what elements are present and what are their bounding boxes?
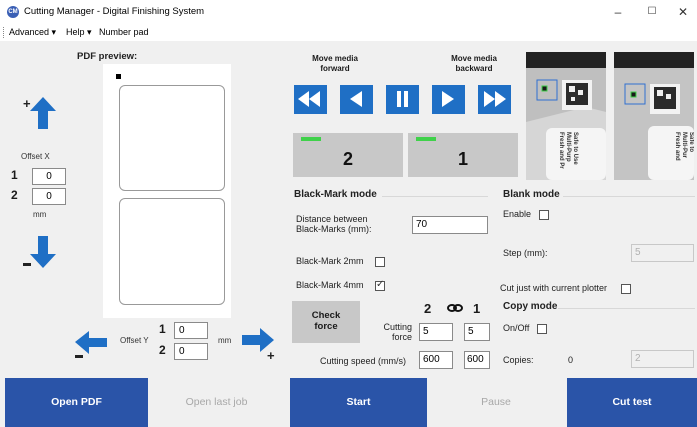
camera-preview-left: Safe to Use Multi-Purp Fresh and Pr — [526, 52, 606, 180]
pause-media-button[interactable] — [386, 85, 419, 114]
move-forward-label: Move media forward — [312, 54, 358, 73]
plotter-2-counter: 2 — [293, 133, 403, 177]
pdf-label-1 — [119, 85, 225, 191]
menu-number-pad[interactable]: Number pad — [99, 27, 149, 37]
offset-x-unit: mm — [33, 210, 47, 219]
speed-2-input[interactable]: 600 — [419, 351, 453, 369]
plotter-1-status-bar — [416, 137, 436, 141]
distance-label: Distance between Black-Marks (mm): — [296, 214, 372, 234]
blackmark-2mm-checkbox[interactable] — [375, 257, 385, 267]
app-logo-icon: CM — [7, 6, 19, 18]
pdf-label-2 — [119, 198, 225, 305]
blackmark-group-line — [382, 196, 488, 197]
arrow-down-minus-icon — [23, 236, 56, 268]
start-button[interactable]: Start — [290, 378, 427, 427]
svg-text:+: + — [23, 96, 31, 111]
force-1-input[interactable]: 5 — [464, 323, 490, 341]
camera-right-text: Safe to Multi-Pur Fresh and — [674, 132, 694, 161]
force-2-input[interactable]: 5 — [419, 323, 453, 341]
offset-y-label: Offset Y — [120, 336, 149, 345]
cut-current-plotter-checkbox[interactable] — [621, 284, 631, 294]
arrow-left-minus-icon — [75, 331, 107, 358]
copy-onoff-label: On/Off — [503, 323, 530, 333]
left-arrow-icon — [350, 91, 362, 107]
title-bar: CM Cutting Manager - Digital Finishing S… — [0, 0, 697, 24]
blank-mode-title: Blank mode — [503, 189, 560, 200]
arrow-right-plus-icon: + — [242, 328, 275, 363]
offset-x-plus-button[interactable]: + — [21, 95, 57, 131]
menu-help[interactable]: Help ▾ — [66, 27, 92, 38]
force-head-2-label: 2 — [424, 301, 432, 316]
offset-x-1-input[interactable]: 0 — [32, 168, 66, 185]
speed-1-input[interactable]: 600 — [464, 351, 490, 369]
cut-current-plotter-label: Cut just with current plotter — [500, 283, 608, 293]
offset-x-row1-label: 1 — [11, 168, 18, 182]
plotter-1-number: 1 — [457, 149, 468, 169]
black-mark-square — [116, 74, 121, 79]
blank-group-line — [563, 196, 695, 197]
minimize-button[interactable]: – — [603, 3, 633, 21]
right-arrow-icon — [442, 91, 454, 107]
link-icon — [447, 301, 463, 315]
blank-enable-checkbox[interactable] — [539, 210, 549, 220]
blackmark-4mm-checkbox[interactable] — [375, 279, 385, 291]
camera-left-text: Safe to Use Multi-Purp Fresh and Pr — [558, 132, 578, 169]
camera-preview-right: Safe to Multi-Pur Fresh and — [614, 52, 694, 180]
copies-input[interactable]: 2 — [631, 350, 694, 368]
blackmark-4mm-label: Black-Mark 4mm — [296, 280, 364, 290]
move-backward-label: Move media backward — [451, 54, 497, 73]
step-forward-button[interactable] — [340, 85, 373, 114]
plotter-2-status-bar — [301, 137, 321, 141]
offset-x-row2-label: 2 — [11, 188, 18, 202]
open-pdf-button[interactable]: Open PDF — [5, 378, 148, 427]
pdf-preview-title: PDF preview: — [77, 51, 138, 62]
plotter-2-number: 2 — [342, 149, 353, 169]
offset-x-minus-button[interactable] — [21, 234, 57, 270]
plotter-1-counter: 1 — [408, 133, 518, 177]
offset-y-minus-button[interactable] — [73, 330, 109, 360]
offset-y-2-input[interactable]: 0 — [174, 343, 208, 360]
offset-x-2-input[interactable]: 0 — [32, 188, 66, 205]
offset-y-plus-button[interactable]: + — [240, 327, 278, 363]
arrow-up-plus-icon: + — [23, 96, 56, 129]
cutting-force-label: Cutting force — [383, 322, 412, 342]
blank-enable-label: Enable — [503, 209, 532, 219]
double-left-arrow-icon — [298, 91, 320, 107]
distance-input[interactable]: 70 — [412, 216, 488, 234]
cut-test-button[interactable]: Cut test — [567, 378, 697, 427]
open-last-job-button[interactable]: Open last job — [148, 378, 285, 427]
menu-advanced[interactable]: Advanced ▾ — [9, 27, 56, 38]
offset-y-row1-label: 1 — [159, 322, 166, 336]
pause-icon — [397, 91, 408, 107]
copies-label: Copies: — [503, 355, 534, 365]
svg-text:+: + — [267, 348, 275, 361]
menu-grip — [3, 27, 4, 38]
step-input[interactable]: 5 — [631, 244, 694, 262]
check-force-button[interactable]: Check force — [292, 301, 360, 343]
close-button[interactable]: ✕ — [668, 3, 697, 21]
force-head-1-label: 1 — [473, 301, 481, 316]
copy-onoff-checkbox[interactable] — [537, 324, 547, 334]
maximize-button[interactable]: ☐ — [637, 3, 667, 21]
cutting-speed-label: Cutting speed (mm/s) — [320, 356, 407, 366]
step-label: Step (mm): — [503, 248, 548, 258]
double-right-arrow-icon — [484, 91, 506, 107]
blackmark-mode-title: Black-Mark mode — [294, 189, 377, 200]
blackmark-2mm-label: Black-Mark 2mm — [296, 256, 364, 266]
pause-button[interactable]: Pause — [427, 378, 565, 427]
offset-y-row2-label: 2 — [159, 343, 166, 357]
offset-x-label: Offset X — [21, 152, 50, 161]
menu-bar: Advanced ▾ Help ▾ Number pad — [0, 24, 697, 41]
copy-group-line — [558, 308, 695, 309]
copies-count: 0 — [568, 355, 574, 365]
window-title: Cutting Manager - Digital Finishing Syst… — [24, 6, 205, 17]
copy-mode-title: Copy mode — [503, 301, 558, 312]
fast-forward-button[interactable] — [294, 85, 327, 114]
offset-y-1-input[interactable]: 0 — [174, 322, 208, 339]
fast-backward-button[interactable] — [478, 85, 511, 114]
offset-y-unit: mm — [218, 336, 232, 345]
step-backward-button[interactable] — [432, 85, 465, 114]
